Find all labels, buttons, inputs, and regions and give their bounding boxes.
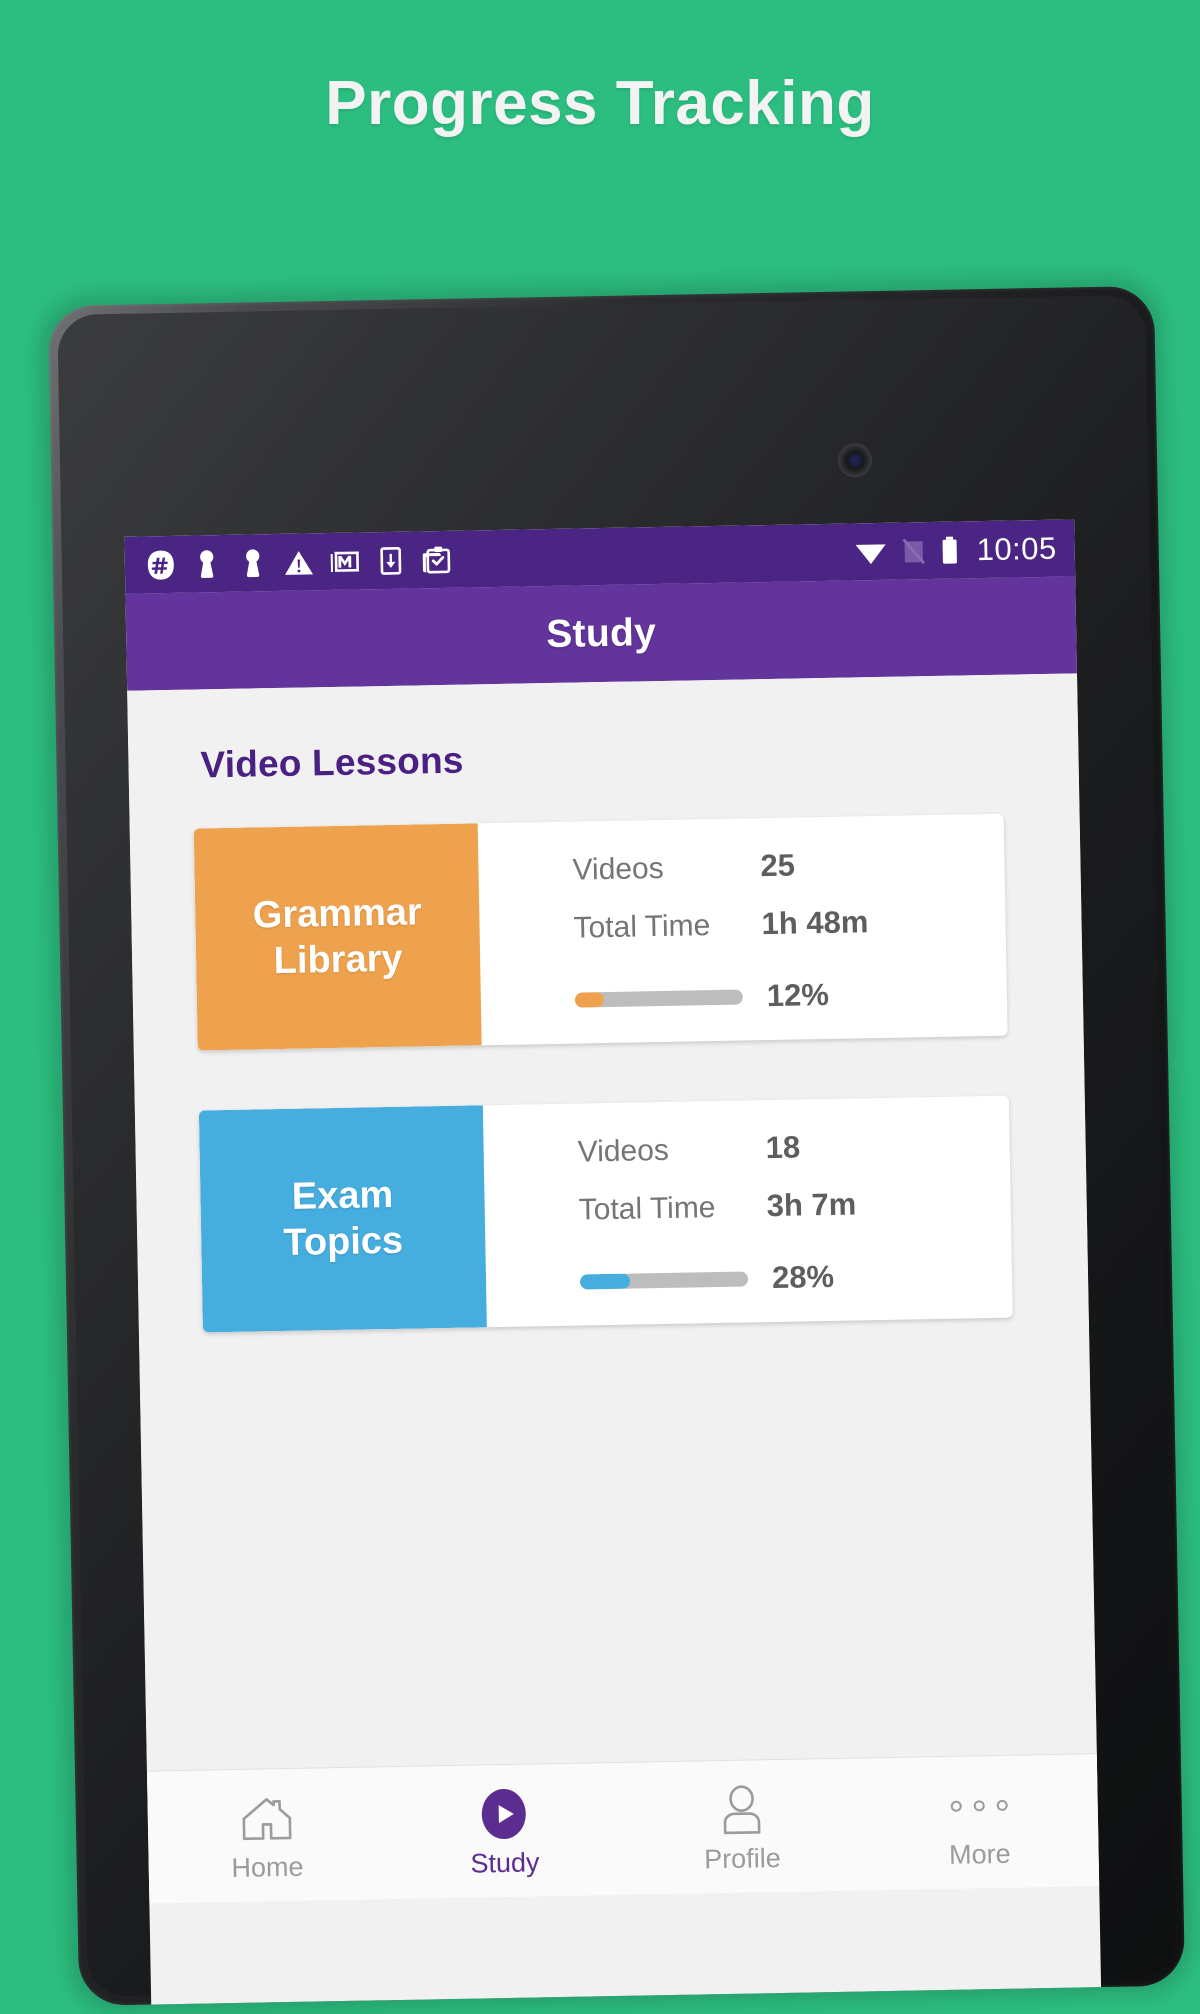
status-bar-clock: 10:05 [976,530,1058,567]
stat-label: Total Time [573,909,711,945]
gmail-envelope-icon [330,550,359,572]
section-title-video-lessons: Video Lessons [200,739,464,786]
lesson-card-stats: Videos 18 Total Time 3h 7m 28% [483,1096,1013,1328]
nav-item-more[interactable]: More [859,1754,1099,1890]
house-icon [239,1791,294,1846]
progress-bar-fill [579,1273,631,1290]
page-title: Progress Tracking [325,69,875,138]
dot [996,1799,1008,1811]
nav-label: More [948,1838,1011,1870]
device-mockup: 10:05 Study Video Lessons Grammar Librar… [37,275,1194,2014]
content-area: Video Lessons Grammar Library Videos 25 … [127,673,1100,1904]
lesson-card-stats: Videos 25 Total Time 1h 48m 12% [478,814,1008,1046]
progress-bar [579,1270,749,1290]
progress-percent-label: 12% [766,976,830,1014]
nav-item-profile[interactable]: Profile [622,1759,862,1895]
progress-row: 12% [481,974,1008,1020]
clipboard-check-icon [422,546,451,573]
keyhole-icon [246,548,260,577]
progress-row: 28% [486,1256,1013,1302]
stat-label: Videos [572,851,664,887]
lesson-card-tile: Exam Topics [198,1105,487,1333]
battery-full-icon [942,536,957,564]
stat-value: 25 [760,847,796,884]
nav-label: Home [231,1851,304,1884]
lesson-card-title-line1: Grammar [252,891,423,937]
progress-percent-label: 28% [771,1258,835,1296]
stat-row: Videos 18 [483,1126,1010,1194]
ellipsis-icon [950,1778,1008,1833]
status-bar-left-icons [145,543,454,581]
keyhole-icon [200,549,214,578]
nav-item-study[interactable]: Study [384,1763,624,1899]
lesson-card-title-line2: Library [273,937,403,983]
download-to-device-icon [380,546,402,575]
nav-label: Study [470,1847,540,1879]
stat-label: Total Time [578,1191,716,1227]
lesson-card[interactable]: Grammar Library Videos 25 Total Time 1h … [193,813,1008,1051]
progress-bar-fill [574,991,604,1008]
status-bar-right-icons: 10:05 [853,530,1057,570]
stat-value: 3h 7m [766,1186,857,1224]
app-bar-title: Study [545,610,657,656]
play-circle-icon [477,1787,532,1842]
slack-hash-icon [147,550,174,580]
dot [950,1800,962,1812]
stat-value: 18 [765,1129,801,1166]
person-icon [716,1782,767,1837]
lesson-card-title-line1: Exam [291,1173,394,1218]
stat-row: Total Time 1h 48m [479,902,1006,970]
lesson-card-tile: Grammar Library [193,823,482,1051]
progress-bar [574,989,743,1008]
bottom-navigation-bar: Home Study Profile More [146,1753,1100,1904]
lesson-card-title-line2: Topics [283,1219,404,1264]
stat-label: Videos [577,1133,670,1169]
warning-triangle-icon [285,550,314,575]
lesson-card[interactable]: Exam Topics Videos 18 Total Time 3h 7m 2… [198,1095,1013,1333]
nav-item-home[interactable]: Home [147,1767,387,1903]
dot [973,1799,985,1811]
nav-label: Profile [703,1842,781,1875]
stat-value: 1h 48m [761,904,869,942]
wifi-icon [855,543,886,564]
signal-off-icon [902,538,925,564]
device-bezel: 10:05 Study Video Lessons Grammar Librar… [48,285,1186,2006]
phone-screen: 10:05 Study Video Lessons Grammar Librar… [124,519,1102,2006]
app-bar: Study [125,576,1077,691]
stat-row: Videos 25 [478,844,1005,912]
stat-row: Total Time 3h 7m [484,1184,1011,1252]
